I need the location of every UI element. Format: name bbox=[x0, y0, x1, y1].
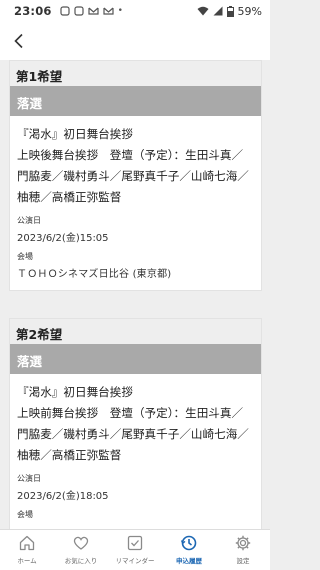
dot-icon: • bbox=[117, 6, 123, 16]
reminder-icon bbox=[127, 535, 143, 551]
history-icon bbox=[180, 535, 197, 551]
heart-icon bbox=[73, 536, 89, 550]
tab-label: 設定 bbox=[236, 557, 250, 565]
history-list[interactable]: 第1希望 落選 『渇水』初日舞台挨拶 上映後舞台挨拶 登壇（予定）：生田斗真／門… bbox=[0, 60, 270, 529]
entry-body: 『渇水』初日舞台挨拶 上映後舞台挨拶 登壇（予定）：生田斗真／門脇麦／磯村勇斗／… bbox=[10, 116, 261, 290]
performance-title-line1: 『渇水』初日舞台挨拶 bbox=[17, 127, 133, 141]
tab-home[interactable]: ホーム bbox=[0, 530, 54, 570]
chevron-left-icon bbox=[14, 33, 23, 49]
tab-favorites[interactable]: お気に入り bbox=[54, 530, 108, 570]
status-right: 59% bbox=[197, 5, 262, 18]
date-value: 2023/6/2(金)15:05 bbox=[17, 233, 109, 244]
home-icon bbox=[19, 535, 35, 551]
venue-label: 会場 bbox=[17, 252, 33, 261]
bottom-tab-bar: ホーム お気に入り リマインダー 申込履歴 設定 bbox=[0, 529, 270, 570]
entry-heading: 第1希望 bbox=[10, 61, 261, 86]
date-label: 公演日 bbox=[17, 216, 41, 225]
result-badge: 落選 bbox=[10, 86, 261, 116]
entry-body: 『渇水』初日舞台挨拶 上映前舞台挨拶 登壇（予定）：生田斗真／門脇麦／磯村勇斗／… bbox=[10, 374, 261, 529]
performance-title-line1: 『渇水』初日舞台挨拶 bbox=[17, 385, 133, 399]
back-button[interactable] bbox=[6, 28, 32, 54]
tab-settings[interactable]: 設定 bbox=[216, 530, 270, 570]
entry-heading: 第2希望 bbox=[10, 319, 261, 344]
venue-value: ＴＯＨＯシネマズ日比谷 (東京都) bbox=[17, 269, 172, 280]
entry-card: 第1希望 落選 『渇水』初日舞台挨拶 上映後舞台挨拶 登壇（予定）：生田斗真／門… bbox=[9, 60, 262, 291]
tab-label: 申込履歴 bbox=[176, 557, 202, 565]
tab-label: ホーム bbox=[17, 557, 37, 565]
performance-title: 『渇水』初日舞台挨拶 上映前舞台挨拶 登壇（予定）：生田斗真／門脇麦／磯村勇斗／… bbox=[17, 382, 254, 466]
date-value: 2023/6/2(金)18:05 bbox=[17, 491, 109, 502]
app-bar bbox=[0, 22, 270, 60]
venue-label: 会場 bbox=[17, 510, 33, 519]
notification-icon bbox=[74, 6, 84, 16]
notification-icons: • bbox=[60, 6, 123, 16]
tab-reminder[interactable]: リマインダー bbox=[108, 530, 162, 570]
signal-icon bbox=[213, 6, 223, 16]
battery-percent: 59% bbox=[237, 4, 262, 18]
wifi-icon bbox=[197, 6, 209, 16]
mail-icon bbox=[103, 7, 114, 15]
battery-icon bbox=[226, 5, 234, 17]
status-bar: 23:06 • 59% bbox=[0, 0, 270, 22]
tab-label: お気に入り bbox=[64, 557, 98, 565]
performance-title-line2: 上映前舞台挨拶 登壇（予定）：生田斗真／門脇麦／磯村勇斗／尾野真千子／山崎七海／… bbox=[17, 406, 249, 462]
gear-icon bbox=[235, 535, 251, 551]
notification-icon bbox=[60, 6, 70, 16]
date-label: 公演日 bbox=[17, 474, 41, 483]
tab-label: リマインダー bbox=[115, 557, 155, 565]
tab-history[interactable]: 申込履歴 bbox=[162, 530, 216, 570]
status-time: 23:06 bbox=[14, 4, 52, 18]
mail-icon bbox=[88, 7, 99, 15]
entry-card: 第2希望 落選 『渇水』初日舞台挨拶 上映前舞台挨拶 登壇（予定）：生田斗真／門… bbox=[9, 318, 262, 529]
performance-title: 『渇水』初日舞台挨拶 上映後舞台挨拶 登壇（予定）：生田斗真／門脇麦／磯村勇斗／… bbox=[17, 124, 254, 208]
result-badge: 落選 bbox=[10, 344, 261, 374]
performance-title-line2: 上映後舞台挨拶 登壇（予定）：生田斗真／門脇麦／磯村勇斗／尾野真千子／山崎七海／… bbox=[17, 148, 249, 204]
